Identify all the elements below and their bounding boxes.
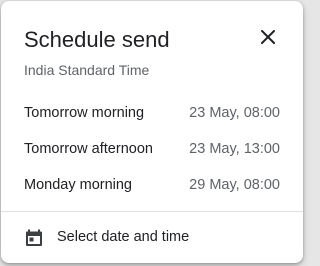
- option-time: 23 May, 13:00: [189, 141, 280, 157]
- close-button[interactable]: [256, 25, 280, 49]
- select-date-time-button[interactable]: Select date and time: [1, 219, 303, 257]
- timezone-label: India Standard Time: [24, 62, 150, 78]
- option-time: 23 May, 08:00: [189, 105, 280, 121]
- schedule-send-dialog: Schedule send India Standard Time Tomorr…: [1, 1, 303, 263]
- calendar-icon: [26, 229, 42, 246]
- option-monday-morning[interactable]: Monday morning 29 May, 08:00: [1, 168, 303, 204]
- option-tomorrow-morning[interactable]: Tomorrow morning 23 May, 08:00: [1, 96, 303, 132]
- close-icon: [261, 30, 275, 44]
- select-date-time-label: Select date and time: [57, 229, 190, 245]
- option-label: Tomorrow afternoon: [24, 141, 153, 157]
- schedule-options-list: Tomorrow morning 23 May, 08:00 Tomorrow …: [1, 96, 303, 204]
- dialog-title: Schedule send: [24, 27, 170, 52]
- divider: [1, 211, 303, 212]
- option-tomorrow-afternoon[interactable]: Tomorrow afternoon 23 May, 13:00: [1, 132, 303, 168]
- option-time: 29 May, 08:00: [189, 177, 280, 193]
- option-label: Tomorrow morning: [24, 105, 145, 121]
- option-label: Monday morning: [24, 177, 132, 193]
